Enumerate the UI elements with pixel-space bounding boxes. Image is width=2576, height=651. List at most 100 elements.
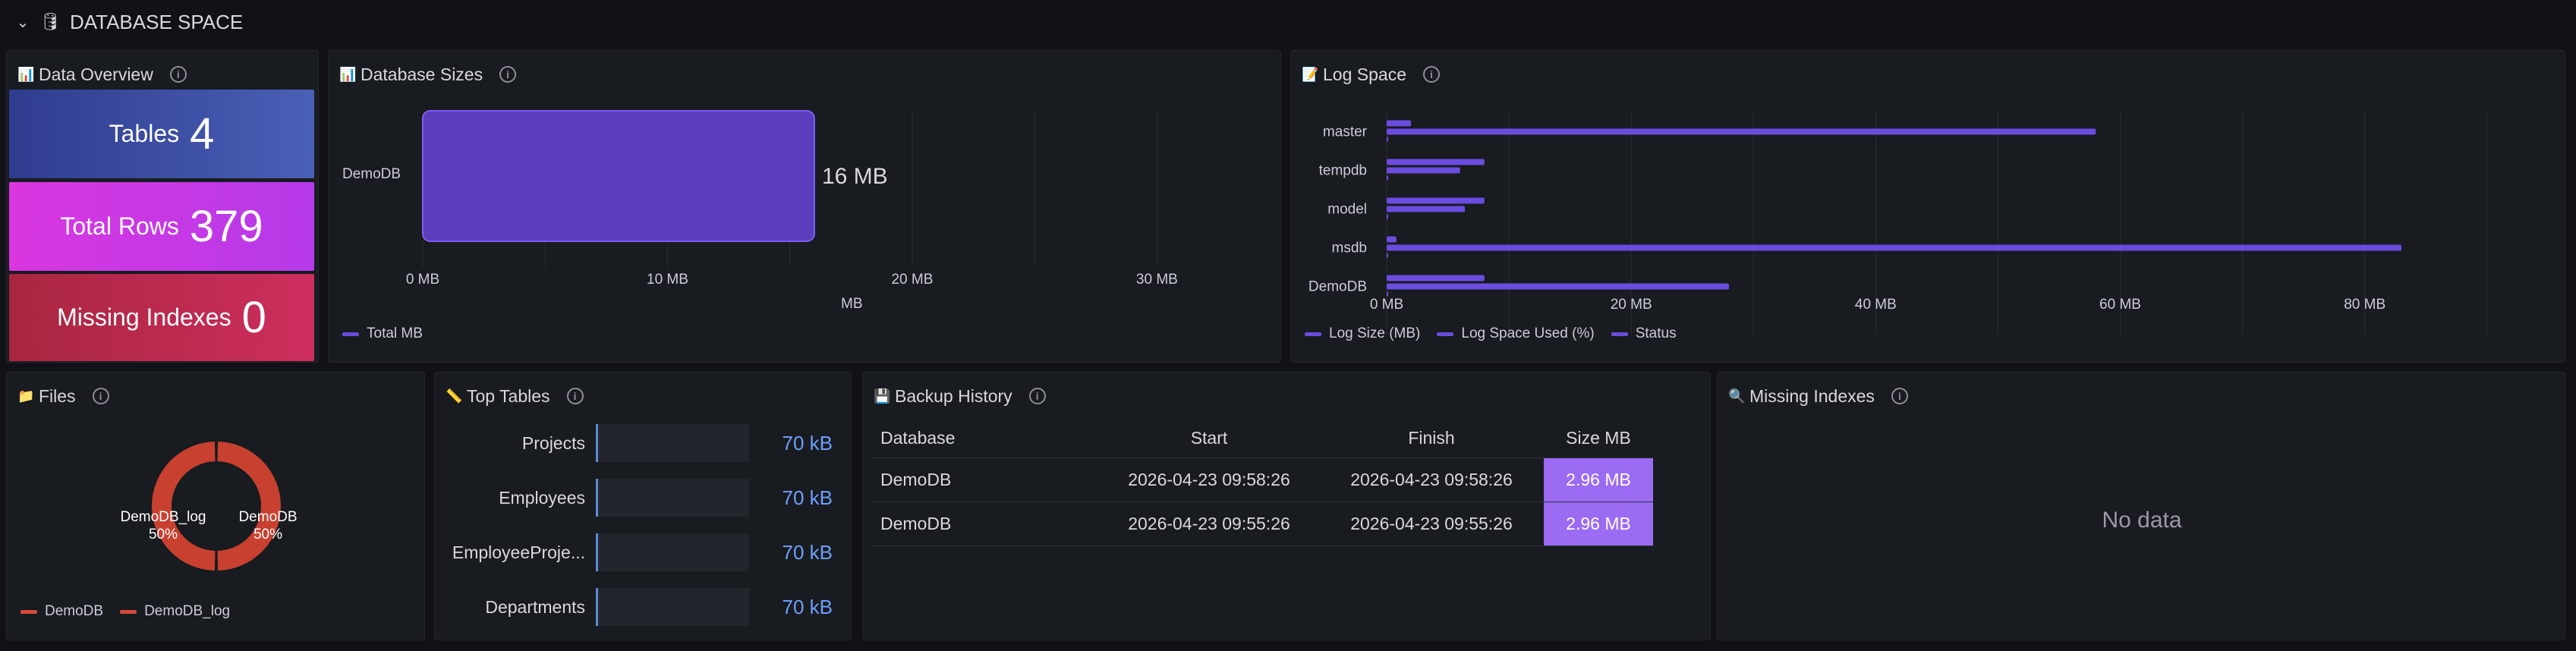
table-name: Projects xyxy=(521,432,585,453)
bar-log-size[interactable] xyxy=(1387,159,1485,165)
legend-item[interactable]: Status xyxy=(1611,326,1677,342)
column-header[interactable]: Start xyxy=(1099,420,1319,458)
row-header[interactable]: ⌄ 🛢 DATABASE SPACE xyxy=(15,9,244,35)
no-data-message: No data xyxy=(2102,508,2182,533)
stat-tables[interactable]: Tables 4 xyxy=(9,90,314,178)
slice-percent-label: 50% xyxy=(149,527,178,542)
bar-demodb[interactable] xyxy=(422,110,815,242)
info-icon[interactable]: i xyxy=(1028,388,1046,404)
stat-label: Total Rows xyxy=(60,212,179,240)
stat-total-rows[interactable]: Total Rows 379 xyxy=(9,182,314,271)
x-tick-label: 20 MB xyxy=(1611,297,1652,313)
stat-missing-indexes[interactable]: Missing Indexes 0 xyxy=(9,274,314,361)
bar-value-label: 16 MB xyxy=(822,164,888,189)
category-label: DemoDB xyxy=(1308,279,1367,295)
floppy-disk-icon: 💾 xyxy=(874,388,891,404)
info-icon[interactable]: i xyxy=(169,66,187,83)
stat-label: Tables xyxy=(109,120,180,147)
table-header-row: Database Start Finish Size MB xyxy=(871,420,1653,458)
legend-label: DemoDB xyxy=(45,603,104,619)
legend-label: Log Space Used (%) xyxy=(1461,326,1595,341)
panel-title-text: Data Overview xyxy=(39,64,153,84)
gauge-bar xyxy=(596,533,749,571)
x-tick-label: 10 MB xyxy=(647,272,688,288)
panel-title-text: Backup History xyxy=(895,385,1012,406)
legend-item[interactable]: Total MB xyxy=(342,326,423,342)
top-tables-panel: 📏 Top Tables i Projects 70 kB Employees … xyxy=(434,372,852,640)
panel-title: 💾 Backup History i xyxy=(874,385,1046,407)
bar-log-size[interactable] xyxy=(1387,197,1485,204)
bar-status[interactable] xyxy=(1387,291,1388,297)
stat-label: Missing Indexes xyxy=(57,303,231,331)
legend: Total MB xyxy=(342,326,423,342)
x-tick-label: 0 MB xyxy=(1370,297,1403,313)
bar-log-space-used[interactable] xyxy=(1387,167,1460,174)
panel-title-text: Missing Indexes xyxy=(1749,385,1875,406)
database-sizes-panel: 📊 Database Sizes i DemoDB 16 MB 0 MB 10 M… xyxy=(328,50,1281,363)
column-header[interactable]: Finish xyxy=(1319,420,1544,458)
bar-log-space-used[interactable] xyxy=(1387,283,1730,290)
table-size: 70 kB xyxy=(782,595,833,618)
chart-icon: 📊 xyxy=(17,66,35,82)
category-label: master xyxy=(1323,124,1368,140)
bar-log-size[interactable] xyxy=(1387,275,1485,281)
cell-size: 2.96 MB xyxy=(1544,458,1653,502)
top-table-row[interactable]: Employees 70 kB xyxy=(444,479,833,517)
bar-log-space-used[interactable] xyxy=(1387,244,2402,251)
bar-log-space-used[interactable] xyxy=(1387,206,1466,212)
files-donut-chart: DemoDB_log 50% DemoDB 50% xyxy=(121,442,298,571)
legend-item[interactable]: Log Size (MB) xyxy=(1305,326,1420,342)
legend-label: DemoDB_log xyxy=(144,603,231,619)
x-tick-label: 0 MB xyxy=(406,272,439,288)
gauge-bar xyxy=(596,479,749,517)
log-space-panel: 📝 Log Space i 0 MB 20 MB 40 MB 60 MB 80 MB ma… xyxy=(1290,50,2565,363)
legend-item[interactable]: Log Space Used (%) xyxy=(1437,326,1595,342)
bar-status[interactable] xyxy=(1387,175,1388,181)
slice-percent-label: 50% xyxy=(254,527,282,542)
bar-log-size[interactable] xyxy=(1387,120,1412,127)
bar-status[interactable] xyxy=(1387,253,1388,258)
bar-status[interactable] xyxy=(1387,137,1388,142)
bar-status[interactable] xyxy=(1387,214,1388,219)
category-label: DemoDB xyxy=(342,166,401,182)
category-label: tempdb xyxy=(1319,163,1367,179)
legend-label: Total MB xyxy=(367,326,423,341)
category-label: msdb xyxy=(1332,241,1367,256)
category-label: model xyxy=(1327,202,1367,218)
donut-slice-demodb-log[interactable] xyxy=(151,442,216,571)
cell-database: DemoDB xyxy=(871,458,1099,502)
table-row[interactable]: DemoDB 2026-04-23 09:58:26 2026-04-23 09… xyxy=(871,458,1653,502)
info-icon[interactable]: i xyxy=(1891,388,1908,404)
cell-start: 2026-04-23 09:58:26 xyxy=(1099,458,1319,502)
files-panel: 📁 Files i DemoDB_log 50% DemoDB 50% DemoDB … xyxy=(6,372,425,640)
database-sizes-chart: DemoDB 16 MB 0 MB 10 MB 20 MB 30 MB MB xyxy=(342,110,1178,312)
top-table-row[interactable]: EmployeeProje... 70 kB xyxy=(444,533,833,571)
stat-value: 0 xyxy=(241,293,266,342)
info-icon[interactable]: i xyxy=(566,388,584,404)
panel-title-text: Top Tables xyxy=(467,385,550,406)
top-table-row[interactable]: Departments 70 kB xyxy=(444,588,833,626)
cell-database: DemoDB xyxy=(871,502,1099,546)
chevron-down-icon[interactable]: ⌄ xyxy=(15,13,30,32)
panel-title: 📊 Data Overview i xyxy=(17,63,187,86)
table-row[interactable]: DemoDB 2026-04-23 09:55:26 2026-04-23 09… xyxy=(871,502,1653,546)
table-size: 70 kB xyxy=(782,486,833,509)
x-tick-label: 30 MB xyxy=(1136,272,1178,288)
backup-table: Database Start Finish Size MB DemoDB 202… xyxy=(871,420,1653,546)
x-tick-label: 80 MB xyxy=(2344,297,2385,313)
legend-item[interactable]: DemoDB xyxy=(20,603,103,620)
log-space-chart: 0 MB 20 MB 40 MB 60 MB 80 MB master tempdb mode… xyxy=(1308,112,2488,335)
legend-item[interactable]: DemoDB_log xyxy=(120,603,230,620)
column-header[interactable]: Database xyxy=(871,420,1099,458)
ruler-icon: 📏 xyxy=(446,388,463,404)
cell-start: 2026-04-23 09:55:26 xyxy=(1099,502,1319,546)
top-table-row[interactable]: Projects 70 kB xyxy=(444,424,833,462)
column-header[interactable]: Size MB xyxy=(1544,420,1653,458)
gauge-bar xyxy=(596,424,749,462)
bar-log-space-used[interactable] xyxy=(1387,128,2096,135)
table-name: Employees xyxy=(499,487,585,508)
legend: Log Size (MB) Log Space Used (%) Status xyxy=(1305,326,1677,342)
bar-log-size[interactable] xyxy=(1387,236,1397,243)
legend: DemoDB DemoDB_log xyxy=(20,603,230,620)
donut-slice-demodb[interactable] xyxy=(217,442,282,571)
